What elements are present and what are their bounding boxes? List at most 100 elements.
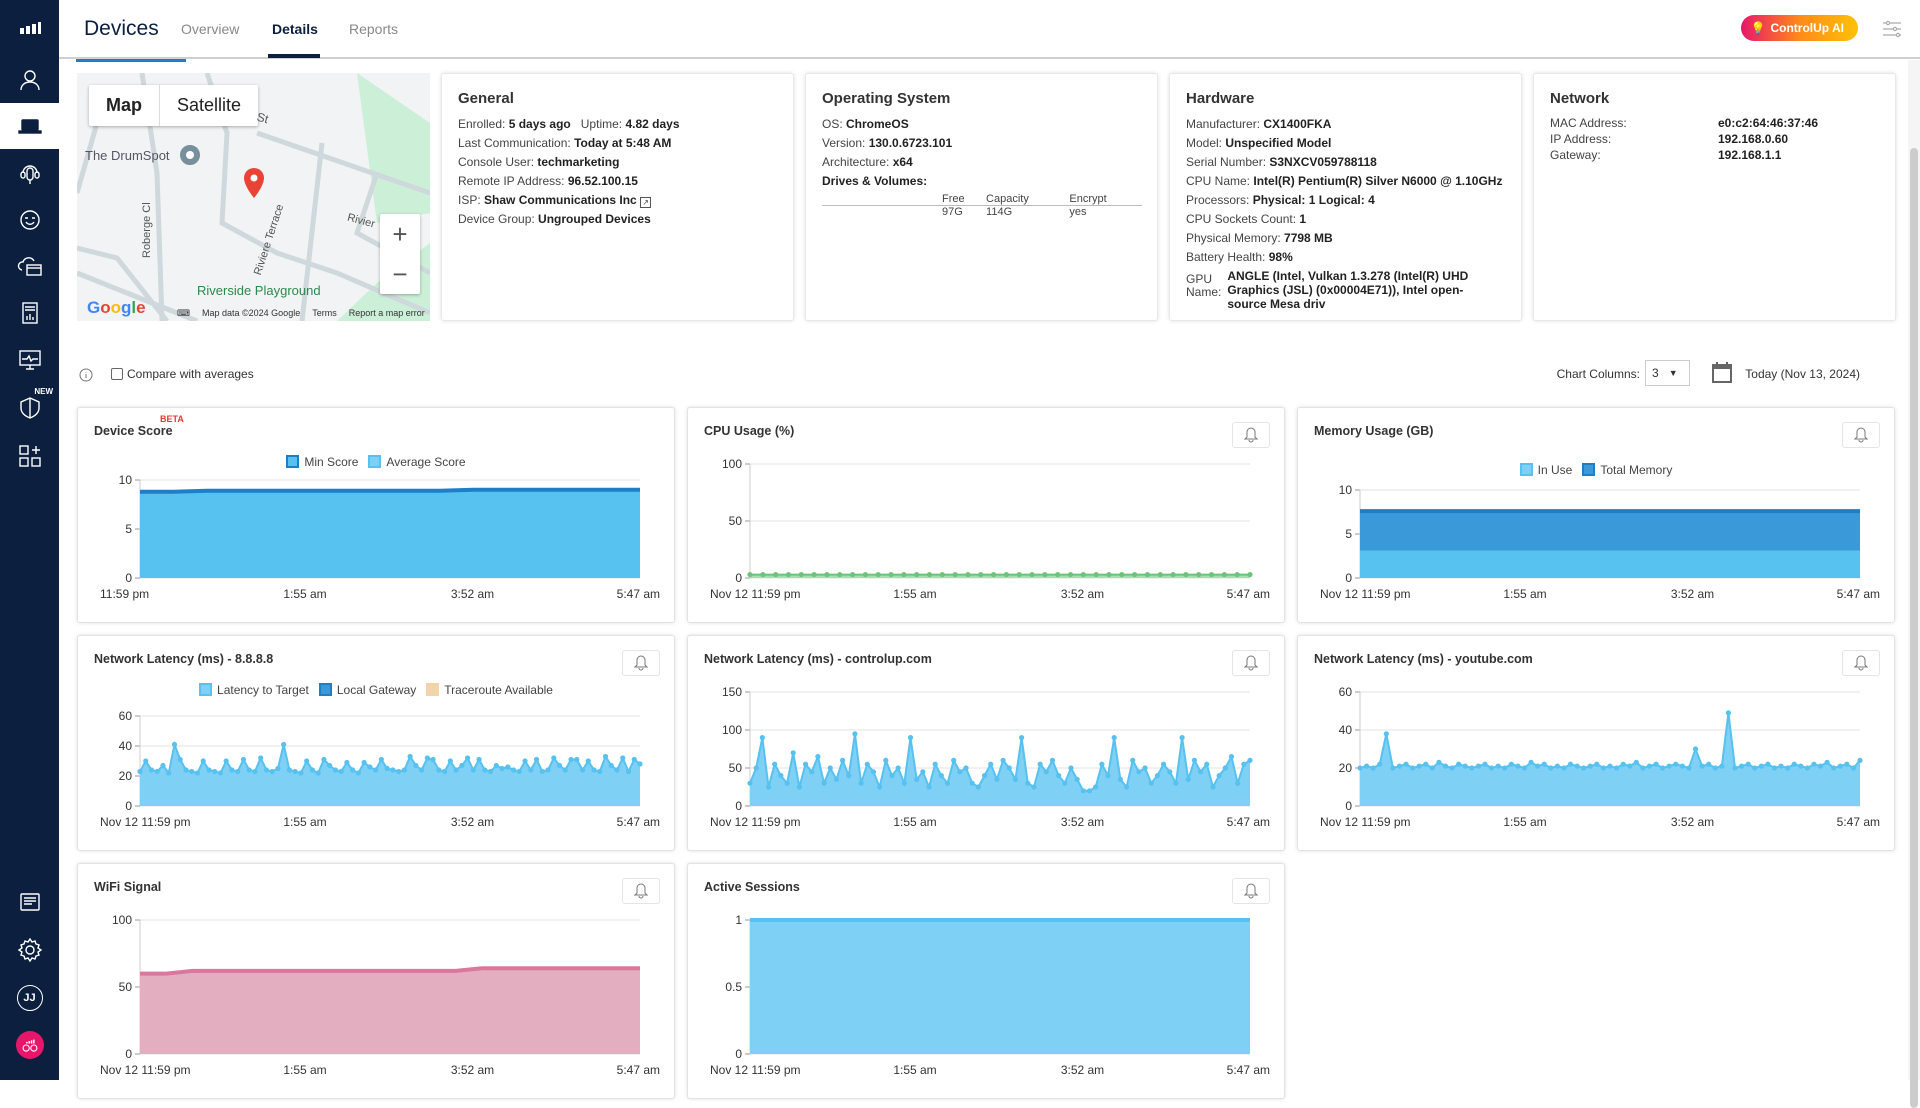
data-point[interactable]	[476, 756, 482, 763]
info-icon[interactable]	[79, 368, 93, 382]
data-point[interactable]	[784, 780, 790, 786]
page-scrollbar[interactable]	[1908, 60, 1920, 1108]
date-range-label[interactable]: Today (Nov 13, 2024)	[1745, 367, 1860, 381]
data-point[interactable]	[1679, 763, 1685, 769]
chart-plot[interactable]: 0 0.5 1 Nov 12 11:59 pm 1:55 am 3:52 am 5:47 a…	[688, 864, 1286, 1100]
data-point[interactable]	[1844, 761, 1850, 767]
data-point[interactable]	[1074, 776, 1080, 782]
data-point[interactable]	[194, 770, 201, 776]
data-point[interactable]	[137, 768, 143, 775]
data-point[interactable]	[189, 768, 195, 775]
data-point[interactable]	[1198, 769, 1204, 775]
data-point[interactable]	[396, 768, 402, 775]
data-point[interactable]	[459, 762, 465, 769]
data-point[interactable]	[1771, 765, 1778, 771]
data-point[interactable]	[981, 773, 988, 779]
data-point[interactable]	[597, 768, 603, 775]
data-point[interactable]	[441, 768, 448, 775]
data-point[interactable]	[1712, 765, 1718, 771]
data-point[interactable]	[183, 767, 189, 773]
data-point[interactable]	[585, 758, 591, 764]
data-point[interactable]	[1228, 754, 1235, 760]
data-point[interactable]	[1567, 761, 1574, 767]
data-point[interactable]	[579, 767, 586, 773]
data-point[interactable]	[470, 767, 476, 773]
data-point[interactable]	[562, 767, 568, 773]
data-point[interactable]	[200, 758, 206, 764]
data-point[interactable]	[824, 571, 830, 578]
data-point[interactable]	[522, 758, 528, 764]
data-point[interactable]	[772, 761, 778, 767]
device-location-map[interactable]: Map Satellite The DrumSpot Riverside Pla…	[77, 73, 430, 321]
data-point[interactable]	[614, 767, 620, 773]
data-point[interactable]	[1738, 763, 1745, 769]
data-point[interactable]	[177, 756, 183, 763]
data-point[interactable]	[1581, 765, 1587, 771]
data-point[interactable]	[870, 769, 877, 775]
data-point[interactable]	[1170, 571, 1176, 578]
data-point[interactable]	[292, 768, 298, 775]
data-point[interactable]	[1475, 763, 1482, 769]
data-point[interactable]	[926, 571, 933, 578]
data-point[interactable]	[760, 571, 766, 578]
data-point[interactable]	[1234, 571, 1240, 578]
data-point[interactable]	[631, 756, 637, 763]
data-point[interactable]	[620, 755, 626, 761]
data-point[interactable]	[510, 767, 517, 773]
sidebar-item-cloud[interactable]	[0, 243, 59, 289]
data-point[interactable]	[1791, 761, 1797, 767]
data-point[interactable]	[1482, 761, 1488, 767]
data-point[interactable]	[888, 571, 894, 578]
data-point[interactable]	[1785, 765, 1791, 771]
data-point[interactable]	[1824, 759, 1830, 765]
data-point[interactable]	[932, 761, 938, 767]
data-point[interactable]	[833, 776, 840, 782]
data-point[interactable]	[602, 753, 609, 760]
sidebar-item-users[interactable]	[0, 57, 59, 103]
data-point[interactable]	[1031, 784, 1037, 790]
data-point[interactable]	[143, 758, 149, 764]
data-point[interactable]	[759, 735, 765, 741]
data-point[interactable]	[747, 780, 753, 786]
data-point[interactable]	[1119, 571, 1125, 578]
data-point[interactable]	[1798, 763, 1804, 769]
data-point[interactable]	[978, 571, 984, 578]
data-point[interactable]	[1062, 780, 1068, 786]
data-point[interactable]	[1106, 571, 1112, 578]
data-point[interactable]	[1173, 780, 1179, 786]
data-point[interactable]	[1627, 763, 1633, 769]
data-point[interactable]	[625, 768, 632, 775]
data-point[interactable]	[938, 773, 944, 779]
data-point[interactable]	[765, 784, 772, 790]
data-point[interactable]	[773, 571, 779, 578]
data-point[interactable]	[344, 759, 350, 766]
data-point[interactable]	[309, 767, 316, 773]
data-point[interactable]	[516, 768, 522, 775]
data-point[interactable]	[413, 762, 419, 769]
data-point[interactable]	[1554, 763, 1560, 769]
chart-plot[interactable]: 0 50 100 Nov 12 11:59 pm 1:55 am 3:52 am 5:47 …	[688, 408, 1286, 624]
data-point[interactable]	[591, 767, 597, 773]
keyboard-icon[interactable]: ⌨	[177, 308, 190, 319]
chart-plot[interactable]: 0 50 100 Nov 12 11:59 pm 1:55 am 3:52 am 5:47 …	[78, 864, 676, 1100]
data-point[interactable]	[1247, 757, 1253, 763]
data-point[interactable]	[171, 741, 178, 748]
data-point[interactable]	[1130, 757, 1136, 763]
data-point[interactable]	[862, 571, 868, 578]
data-point[interactable]	[1080, 788, 1086, 794]
data-point[interactable]	[1686, 765, 1692, 771]
data-point[interactable]	[1093, 784, 1099, 790]
data-point[interactable]	[1653, 761, 1659, 767]
data-point[interactable]	[994, 776, 1000, 782]
data-point[interactable]	[1142, 765, 1148, 771]
data-point[interactable]	[1235, 780, 1241, 786]
data-point[interactable]	[1850, 765, 1857, 771]
data-point[interactable]	[883, 757, 889, 763]
data-point[interactable]	[1000, 757, 1006, 763]
data-point[interactable]	[355, 770, 361, 776]
data-point[interactable]	[281, 741, 287, 748]
data-point[interactable]	[551, 755, 557, 761]
data-point[interactable]	[1574, 763, 1580, 769]
data-point[interactable]	[802, 761, 809, 767]
data-point[interactable]	[240, 756, 247, 763]
